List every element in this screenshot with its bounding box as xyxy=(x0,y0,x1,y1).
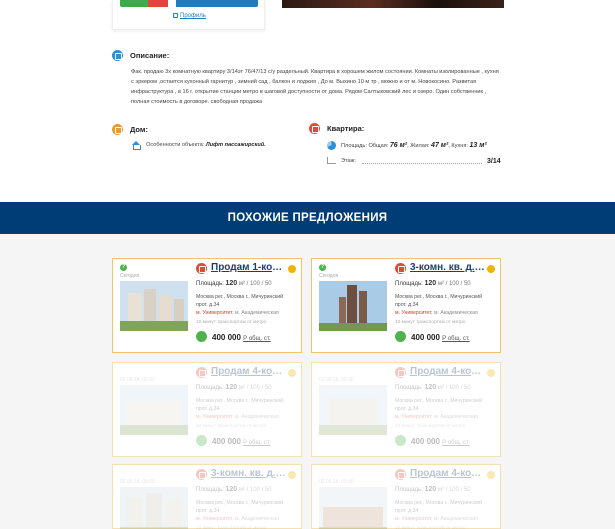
listing-date: 02.05.18, 05:00 xyxy=(319,479,354,485)
apartment-section-icon xyxy=(309,123,320,134)
listing-metro: м. Университет, м. Академическая xyxy=(395,516,478,522)
listing-address: Москва рег., Москва г., Мичуринский прот… xyxy=(395,398,482,412)
listing-type-icon xyxy=(395,469,406,480)
description-text: Фак. продаю 3х комнатную квартиру 3/14эт… xyxy=(131,69,499,105)
apartment-floor: Этаж: xyxy=(327,157,356,164)
favorite-icon[interactable] xyxy=(487,471,495,479)
listing-address: Москва рег., Москва г., Мичуринский прот… xyxy=(395,294,482,308)
favorite-icon[interactable] xyxy=(288,369,296,377)
listing-metro: м. Университет, м. Академическая xyxy=(196,310,279,316)
listing-thumbnail[interactable] xyxy=(319,385,387,435)
listing-price: 400 000 Р общ. ст. xyxy=(411,333,470,342)
message-button[interactable] xyxy=(176,0,258,7)
listing-type-icon xyxy=(196,469,207,480)
listing-address: Москва рег., Москва г., Мичуринский прот… xyxy=(196,398,283,412)
area-pie-icon xyxy=(327,141,336,150)
listing-card[interactable]: 02.05.18, 05:00 Продам 4-комн... Площадь: … xyxy=(311,362,501,457)
listing-title-link[interactable]: Продам 4-комн... xyxy=(410,366,486,377)
house-icon xyxy=(131,141,141,150)
house-feature: Особенности объекта: Лифт пассажирский. xyxy=(131,141,266,150)
listing-date: Сегодня xyxy=(319,273,339,279)
floor-dotted-line xyxy=(362,163,482,164)
listing-date: Сегодня xyxy=(120,273,140,279)
listing-thumbnail[interactable] xyxy=(120,385,188,435)
listing-card[interactable]: ? Сегодня 3-комн. кв. д.1... Площадь: 120 м… xyxy=(311,258,501,353)
listing-date: 02.05.18, 05:00 xyxy=(120,377,155,383)
listing-area: Площадь: 120 м² / 100 / 50 xyxy=(196,384,272,391)
favorite-button[interactable] xyxy=(148,0,168,7)
listing-title-link[interactable]: Продам 4-комн... xyxy=(211,366,287,377)
price-icon xyxy=(196,331,207,342)
listing-type-icon xyxy=(395,367,406,378)
favorite-icon[interactable] xyxy=(288,265,296,273)
listing-type-icon xyxy=(196,367,207,378)
contact-card: Профиль xyxy=(112,0,265,30)
house-title: Дом: xyxy=(130,125,148,134)
listing-type-icon xyxy=(395,263,406,274)
listing-date: 02.05.18, 05:00 xyxy=(120,479,155,485)
favorite-icon[interactable] xyxy=(288,471,296,479)
status-icon: ? xyxy=(319,264,326,271)
price-icon xyxy=(196,435,207,446)
price-icon xyxy=(395,331,406,342)
apartment-area: Площадь: Общая: 76 м², Жилая: 47 м², Кух… xyxy=(327,141,487,150)
listing-transport: 10 минут транспортом от метро xyxy=(196,320,267,325)
profile-icon xyxy=(173,13,178,18)
similar-section-bg xyxy=(0,234,615,529)
listing-price: 400 000 Р общ. ст. xyxy=(212,333,271,342)
listing-area: Площадь: 120 м² / 100 / 50 xyxy=(196,280,272,287)
listing-card[interactable]: 02.05.18, 05:00 Продам 4-комн... Площадь: … xyxy=(311,464,501,529)
listing-photo[interactable] xyxy=(282,0,504,8)
listing-thumbnail[interactable] xyxy=(120,487,188,529)
listing-thumbnail[interactable] xyxy=(319,487,387,529)
listing-metro: м. Университет, м. Академическая xyxy=(395,414,478,420)
listing-card[interactable]: 02.05.18, 05:00 Продам 4-комн... Площадь: … xyxy=(112,362,302,457)
description-title: Описание: xyxy=(130,51,170,60)
listing-date: 02.05.18, 05:00 xyxy=(319,377,354,383)
listing-transport: 10 минут транспортом от метро xyxy=(196,424,267,429)
status-icon: ? xyxy=(120,264,127,271)
similar-banner: ПОХОЖИЕ ПРЕДЛОЖЕНИЯ xyxy=(0,202,615,234)
listing-title-link[interactable]: 3-комн. кв. д.1... xyxy=(410,262,486,273)
listing-price: 400 000 Р общ. ст. xyxy=(212,437,271,446)
listing-title-link[interactable]: 3-комн. кв. д.1... xyxy=(211,468,287,479)
listing-area: Площадь: 120 м² / 100 / 50 xyxy=(395,384,471,391)
listing-price: 400 000 Р общ. ст. xyxy=(411,437,470,446)
listing-title-link[interactable]: Продам 1-комн... xyxy=(211,262,287,273)
favorite-icon[interactable] xyxy=(487,265,495,273)
profile-link[interactable]: Профиль xyxy=(173,13,206,19)
description-icon xyxy=(112,50,123,61)
listing-area: Площадь: 120 м² / 100 / 50 xyxy=(395,280,471,287)
price-icon xyxy=(395,435,406,446)
listing-thumbnail[interactable] xyxy=(319,281,387,331)
listing-card[interactable]: 02.05.18, 05:00 3-комн. кв. д.1... Площадь… xyxy=(112,464,302,529)
feature-value: Лифт пассажирский. xyxy=(205,142,266,148)
listing-address: Москва рег., Москва г., Мичуринский прот… xyxy=(196,294,283,308)
page: Профиль Описание: Фак. продаю 3х комнатн… xyxy=(0,0,615,529)
listing-title-link[interactable]: Продам 4-комн... xyxy=(410,468,486,479)
favorite-icon[interactable] xyxy=(487,369,495,377)
listing-metro: м. Университет, м. Академическая xyxy=(395,310,478,316)
listing-metro: м. Университет, м. Академическая xyxy=(196,414,279,420)
listing-card[interactable]: ? Сегодня Продам 1-комн... Площадь: 120 м² … xyxy=(112,258,302,353)
listing-metro: м. Университет, м. Академическая xyxy=(196,516,279,522)
stairs-icon xyxy=(327,157,336,164)
listing-type-icon xyxy=(196,263,207,274)
listing-address: Москва рег., Москва г., Мичуринский прот… xyxy=(196,500,283,514)
house-section-icon xyxy=(112,124,123,135)
similar-title: ПОХОЖИЕ ПРЕДЛОЖЕНИЯ xyxy=(227,212,388,224)
listing-thumbnail[interactable] xyxy=(120,281,188,331)
listing-transport: 10 минут транспортом от метро xyxy=(395,424,466,429)
apartment-title: Квартира: xyxy=(327,124,365,133)
listing-address: Москва рег., Москва г., Мичуринский прот… xyxy=(395,500,482,514)
listing-area: Площадь: 120 м² / 100 / 50 xyxy=(395,486,471,493)
call-button[interactable] xyxy=(120,0,148,7)
listing-area: Площадь: 120 м² / 100 / 50 xyxy=(196,486,272,493)
floor-value: 3/14 xyxy=(487,158,501,165)
listing-transport: 10 минут транспортом от метро xyxy=(395,320,466,325)
